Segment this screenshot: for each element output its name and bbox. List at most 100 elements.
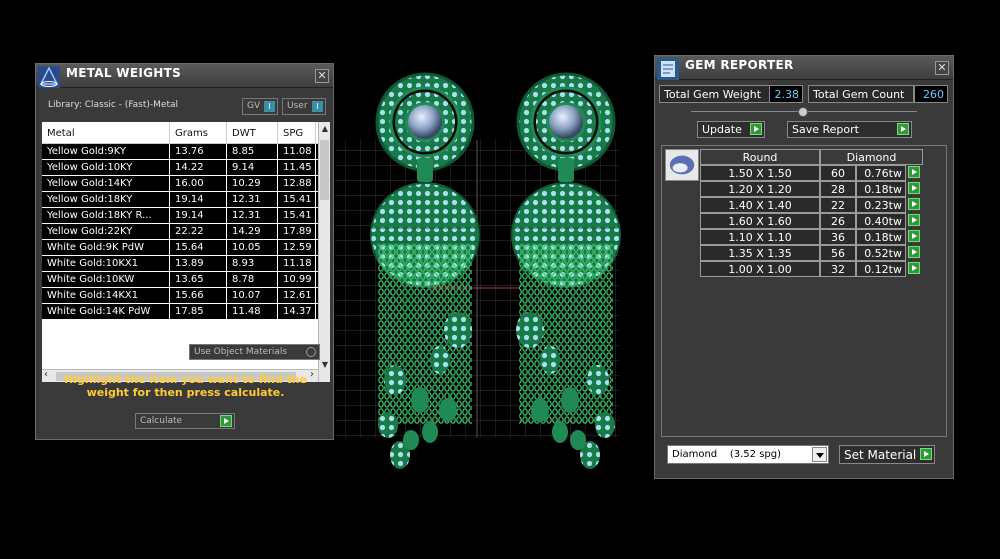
table-row[interactable]: White Gold:10KX1 13.89 8.93 11.18 bbox=[42, 256, 330, 272]
total-gem-weight-value: 2.38 bbox=[769, 85, 803, 103]
vscroll-thumb[interactable] bbox=[320, 140, 329, 200]
spg-value: 14.37 bbox=[278, 304, 316, 319]
earring-right bbox=[511, 72, 621, 469]
dwt-value: 9.14 bbox=[227, 160, 278, 175]
dwt-value: 10.07 bbox=[227, 288, 278, 303]
gem-row-action[interactable] bbox=[906, 229, 922, 245]
gem-row[interactable]: 1.20 X 1.20 28 0.18tw bbox=[700, 181, 923, 197]
metal-table-vscrollbar[interactable]: ▲ ▼ bbox=[318, 122, 330, 382]
spg-value: 12.88 bbox=[278, 176, 316, 191]
table-row[interactable]: Yellow Gold:14KY 16.00 10.29 12.88 bbox=[42, 176, 330, 192]
update-button[interactable]: Update bbox=[697, 121, 765, 138]
gem-count: 56 bbox=[820, 245, 856, 261]
spg-value: 17.89 bbox=[278, 224, 316, 239]
gv-toggle[interactable]: GV I bbox=[242, 98, 278, 115]
update-label: Update bbox=[702, 123, 742, 136]
gem-table: Round Diamond 1.50 X 1.50 60 0.76tw 1.20 X … bbox=[700, 149, 923, 277]
col-grams[interactable]: Grams bbox=[170, 122, 227, 143]
gem-row-action[interactable] bbox=[906, 165, 922, 181]
gem-row[interactable]: 1.00 X 1.00 32 0.12tw bbox=[700, 261, 923, 277]
gem-size: 1.10 X 1.10 bbox=[700, 229, 820, 245]
scroll-up-icon[interactable]: ▲ bbox=[319, 124, 330, 138]
table-row[interactable]: White Gold:10KW 13.65 8.78 10.99 bbox=[42, 272, 330, 288]
table-row[interactable]: White Gold:9K PdW 15.64 10.05 12.59 bbox=[42, 240, 330, 256]
dwt-value: 12.31 bbox=[227, 208, 278, 223]
gem-weight: 0.23tw bbox=[856, 197, 906, 213]
metal-weights-titlebar[interactable]: METAL WEIGHTS ✕ bbox=[36, 64, 333, 88]
table-row[interactable]: White Gold:14K PdW 17.85 11.48 14.37 bbox=[42, 304, 330, 320]
gem-row-action[interactable] bbox=[906, 213, 922, 229]
gem-count: 60 bbox=[820, 165, 856, 181]
metal-name: Yellow Gold:14KY bbox=[42, 176, 170, 191]
gem-row-action[interactable] bbox=[906, 181, 922, 197]
gem-row[interactable]: 1.35 X 1.35 56 0.52tw bbox=[700, 245, 923, 261]
slider-handle[interactable] bbox=[798, 107, 808, 117]
material-select-value: Diamond (3.52 spg) bbox=[672, 449, 782, 460]
use-object-materials-radio[interactable] bbox=[306, 347, 316, 357]
dropdown-arrow-icon[interactable] bbox=[812, 447, 827, 462]
go-arrow-icon bbox=[897, 123, 909, 135]
grams-value: 19.14 bbox=[170, 192, 227, 207]
dwt-value: 8.78 bbox=[227, 272, 278, 287]
gem-weight: 0.12tw bbox=[856, 261, 906, 277]
gem-count: 22 bbox=[820, 197, 856, 213]
table-row[interactable]: Yellow Gold:10KY 14.22 9.14 11.45 bbox=[42, 160, 330, 176]
dwt-value: 10.29 bbox=[227, 176, 278, 191]
table-row[interactable]: Yellow Gold:18KY 19.14 12.31 15.41 bbox=[42, 192, 330, 208]
gv-toggle-indicator: I bbox=[264, 101, 275, 112]
gem-row-action[interactable] bbox=[906, 197, 922, 213]
gem-weight: 0.52tw bbox=[856, 245, 906, 261]
metal-name: White Gold:9K PdW bbox=[42, 240, 170, 255]
table-row[interactable]: Yellow Gold:18KY R... 19.14 12.31 15.41 bbox=[42, 208, 330, 224]
gem-row[interactable]: 1.10 X 1.10 36 0.18tw bbox=[700, 229, 923, 245]
metal-weights-panel: METAL WEIGHTS ✕ Library: Classic - (Fast… bbox=[35, 63, 334, 440]
user-toggle[interactable]: User I bbox=[282, 98, 326, 115]
gem-row[interactable]: 1.60 X 1.60 26 0.40tw bbox=[700, 213, 923, 229]
spg-value: 11.45 bbox=[278, 160, 316, 175]
grams-value: 13.89 bbox=[170, 256, 227, 271]
metal-weights-icon bbox=[38, 66, 60, 88]
use-object-materials-option[interactable]: Use Object Materials bbox=[189, 344, 320, 360]
scroll-down-icon[interactable]: ▼ bbox=[319, 360, 330, 374]
gem-shape-icon[interactable] bbox=[665, 149, 699, 181]
total-gem-count-value: 260 bbox=[914, 85, 948, 103]
spg-value: 15.41 bbox=[278, 192, 316, 207]
set-material-button[interactable]: Set Material bbox=[839, 445, 935, 464]
gem-row-action[interactable] bbox=[906, 261, 922, 277]
go-arrow-icon bbox=[908, 246, 920, 258]
material-select[interactable]: Diamond (3.52 spg) bbox=[667, 445, 829, 464]
spg-value: 11.08 bbox=[278, 144, 316, 159]
metal-name: Yellow Gold:10KY bbox=[42, 160, 170, 175]
table-row[interactable]: White Gold:14KX1 15.66 10.07 12.61 bbox=[42, 288, 330, 304]
col-dwt[interactable]: DWT bbox=[227, 122, 278, 143]
gem-count: 28 bbox=[820, 181, 856, 197]
metal-table: Metal Grams DWT SPG Yellow Gold:9KY 13.76… bbox=[42, 122, 330, 382]
col-spg[interactable]: SPG bbox=[278, 122, 316, 143]
gem-count: 32 bbox=[820, 261, 856, 277]
gem-weight: 0.76tw bbox=[856, 165, 906, 181]
dwt-value: 8.93 bbox=[227, 256, 278, 271]
metal-name: White Gold:14K PdW bbox=[42, 304, 170, 319]
gem-row[interactable]: 1.50 X 1.50 60 0.76tw bbox=[700, 165, 923, 181]
gem-reporter-title: GEM REPORTER bbox=[685, 58, 794, 72]
gem-reporter-icon bbox=[657, 58, 679, 80]
gem-row-action[interactable] bbox=[906, 245, 922, 261]
calculate-button[interactable]: Calculate bbox=[135, 413, 235, 429]
col-metal[interactable]: Metal bbox=[42, 122, 170, 143]
gem-row[interactable]: 1.40 X 1.40 22 0.23tw bbox=[700, 197, 923, 213]
gem-reporter-titlebar[interactable]: GEM REPORTER ✕ bbox=[655, 56, 953, 80]
metal-table-header: Metal Grams DWT SPG bbox=[42, 122, 330, 144]
table-row[interactable]: Yellow Gold:22KY 22.22 14.29 17.89 bbox=[42, 224, 330, 240]
close-icon[interactable]: ✕ bbox=[935, 61, 949, 75]
close-icon[interactable]: ✕ bbox=[315, 69, 329, 83]
gem-size: 1.50 X 1.50 bbox=[700, 165, 820, 181]
spg-value: 10.99 bbox=[278, 272, 316, 287]
table-row[interactable]: Yellow Gold:9KY 13.76 8.85 11.08 bbox=[42, 144, 330, 160]
calculate-label: Calculate bbox=[140, 416, 183, 426]
dwt-value: 11.48 bbox=[227, 304, 278, 319]
gem-weight: 0.40tw bbox=[856, 213, 906, 229]
metal-name: Yellow Gold:18KY bbox=[42, 192, 170, 207]
save-report-button[interactable]: Save Report bbox=[787, 121, 912, 138]
gem-size: 1.60 X 1.60 bbox=[700, 213, 820, 229]
material-header: Diamond bbox=[820, 149, 923, 165]
